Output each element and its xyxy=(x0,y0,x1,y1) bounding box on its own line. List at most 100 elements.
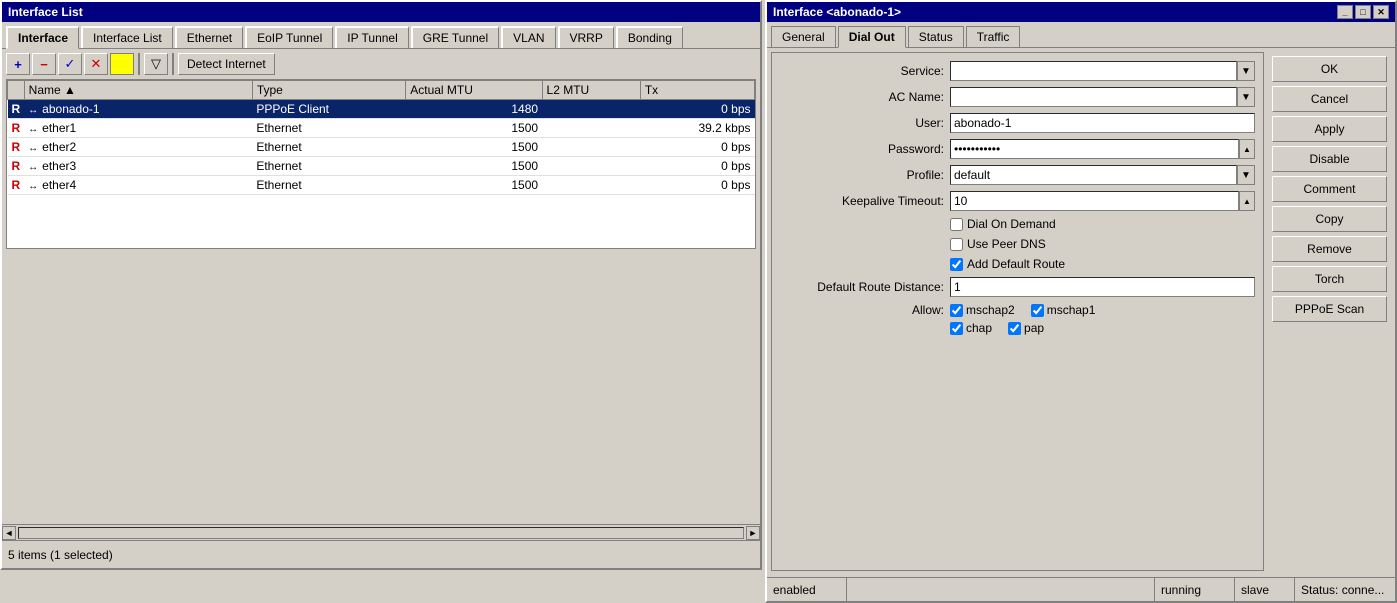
mschap1-checkbox[interactable] xyxy=(1031,304,1044,317)
remove-button[interactable]: Remove xyxy=(1272,236,1387,262)
col-actual-mtu[interactable]: Actual MTU xyxy=(406,81,542,100)
password-row: Password: ▲ xyxy=(780,139,1255,159)
user-input[interactable] xyxy=(950,113,1255,133)
service-row: Service: ▼ xyxy=(780,61,1255,81)
tab-status[interactable]: Status xyxy=(908,26,964,47)
status-connection: Status: conne... xyxy=(1295,578,1395,601)
add-default-route-checkbox[interactable] xyxy=(950,258,963,271)
keepalive-up-btn[interactable]: ▲ xyxy=(1239,191,1255,211)
disable-button[interactable]: Disable xyxy=(1272,146,1387,172)
row-tx: 0 bps xyxy=(640,100,754,119)
tab-ip-tunnel[interactable]: IP Tunnel xyxy=(335,26,408,48)
interface-list-statusbar: 5 items (1 selected) xyxy=(2,540,760,568)
cancel-button[interactable]: Cancel xyxy=(1272,86,1387,112)
add-default-route-row: Add Default Route xyxy=(780,257,1255,271)
allow-items: mschap2 mschap1 xyxy=(950,303,1095,317)
col-tx[interactable]: Tx xyxy=(640,81,754,100)
add-button[interactable]: + xyxy=(6,53,30,75)
col-l2-mtu[interactable]: L2 MTU xyxy=(542,81,640,100)
ac-name-dropdown-btn[interactable]: ▼ xyxy=(1237,87,1255,107)
row-tx: 39.2 kbps xyxy=(640,119,754,138)
chap-label: chap xyxy=(966,321,992,335)
tab-interface-list[interactable]: Interface List xyxy=(81,26,173,48)
row-indicator: R xyxy=(8,176,25,195)
default-route-distance-input[interactable] xyxy=(950,277,1255,297)
comment-button[interactable]: Comment xyxy=(1272,176,1387,202)
yellow-button[interactable] xyxy=(110,53,134,75)
profile-dropdown-btn[interactable]: ▼ xyxy=(1237,165,1255,185)
col-type[interactable]: Type xyxy=(252,81,405,100)
service-input[interactable] xyxy=(950,61,1237,81)
row-tx: 0 bps xyxy=(640,138,754,157)
scroll-right-btn[interactable]: ► xyxy=(746,526,760,540)
row-type: Ethernet xyxy=(252,119,405,138)
cross-button[interactable]: ✕ xyxy=(84,53,108,75)
detail-titlebar: Interface <abonado-1> _ □ ✕ xyxy=(767,2,1395,22)
minimize-button[interactable]: _ xyxy=(1337,5,1353,19)
iface-icon: ↔ xyxy=(28,105,38,116)
filter-button[interactable]: ▽ xyxy=(144,53,168,75)
iface-icon: ↔ xyxy=(28,124,38,135)
col-name[interactable]: Name ▲ xyxy=(24,81,252,100)
tab-dial-out[interactable]: Dial Out xyxy=(838,26,906,48)
detail-title: Interface <abonado-1> xyxy=(773,5,901,19)
ac-name-input[interactable] xyxy=(950,87,1237,107)
tab-vlan[interactable]: VLAN xyxy=(501,26,555,48)
interface-list-titlebar: Interface List xyxy=(2,2,760,22)
status-empty1 xyxy=(847,578,1155,601)
row-name: ↔ether1 xyxy=(24,119,252,138)
form-area: Service: ▼ AC Name: ▼ User: xyxy=(771,52,1264,571)
scroll-left-btn[interactable]: ◄ xyxy=(2,526,16,540)
tab-traffic[interactable]: Traffic xyxy=(966,26,1021,47)
col-indicator xyxy=(8,81,25,100)
keepalive-input-container: ▲ xyxy=(950,191,1255,211)
profile-input[interactable] xyxy=(950,165,1237,185)
maximize-button[interactable]: □ xyxy=(1355,5,1371,19)
tab-general[interactable]: General xyxy=(771,26,836,47)
row-indicator: R xyxy=(8,157,25,176)
tab-ethernet[interactable]: Ethernet xyxy=(175,26,243,48)
detect-internet-button[interactable]: Detect Internet xyxy=(178,53,275,75)
tab-interface[interactable]: Interface xyxy=(6,26,79,49)
profile-label: Profile: xyxy=(780,168,950,182)
row-l2-mtu xyxy=(542,119,640,138)
close-button[interactable]: ✕ xyxy=(1373,5,1389,19)
service-input-container: ▼ xyxy=(950,61,1255,81)
row-tx: 0 bps xyxy=(640,157,754,176)
service-dropdown-btn[interactable]: ▼ xyxy=(1237,61,1255,81)
tab-eoip-tunnel[interactable]: EoIP Tunnel xyxy=(245,26,333,48)
table-row[interactable]: R ↔ether3 Ethernet 1500 0 bps xyxy=(8,157,755,176)
pppoe-scan-button[interactable]: PPPoE Scan xyxy=(1272,296,1387,322)
table-row[interactable]: R ↔abonado-1 PPPoE Client 1480 0 bps xyxy=(8,100,755,119)
use-peer-dns-checkbox[interactable] xyxy=(950,238,963,251)
apply-button[interactable]: Apply xyxy=(1272,116,1387,142)
remove-button[interactable]: − xyxy=(32,53,56,75)
row-type: Ethernet xyxy=(252,157,405,176)
password-input[interactable] xyxy=(950,139,1239,159)
profile-input-container: ▼ xyxy=(950,165,1255,185)
horizontal-scrollbar[interactable]: ◄ ► xyxy=(2,524,760,540)
tab-gre-tunnel[interactable]: GRE Tunnel xyxy=(411,26,499,48)
table-row[interactable]: R ↔ether1 Ethernet 1500 39.2 kbps xyxy=(8,119,755,138)
default-route-distance-label: Default Route Distance: xyxy=(780,280,950,294)
copy-button[interactable]: Copy xyxy=(1272,206,1387,232)
table-row[interactable]: R ↔ether4 Ethernet 1500 0 bps xyxy=(8,176,755,195)
tab-bonding[interactable]: Bonding xyxy=(616,26,683,48)
ok-button[interactable]: OK xyxy=(1272,56,1387,82)
title-controls: _ □ ✕ xyxy=(1337,5,1389,19)
row-name: ↔abonado-1 xyxy=(24,100,252,119)
keepalive-input[interactable] xyxy=(950,191,1239,211)
check-button[interactable]: ✓ xyxy=(58,53,82,75)
torch-button[interactable]: Torch xyxy=(1272,266,1387,292)
status-text: 5 items (1 selected) xyxy=(8,548,113,562)
table-row[interactable]: R ↔ether2 Ethernet 1500 0 bps xyxy=(8,138,755,157)
tab-vrrp[interactable]: VRRP xyxy=(558,26,614,48)
password-up-btn[interactable]: ▲ xyxy=(1239,139,1255,159)
mschap2-checkbox[interactable] xyxy=(950,304,963,317)
chap-checkbox[interactable] xyxy=(950,322,963,335)
row-type: PPPoE Client xyxy=(252,100,405,119)
detail-status-bar: enabled running slave Status: conne... xyxy=(767,577,1395,601)
ac-name-input-container: ▼ xyxy=(950,87,1255,107)
pap-checkbox[interactable] xyxy=(1008,322,1021,335)
dial-on-demand-checkbox[interactable] xyxy=(950,218,963,231)
